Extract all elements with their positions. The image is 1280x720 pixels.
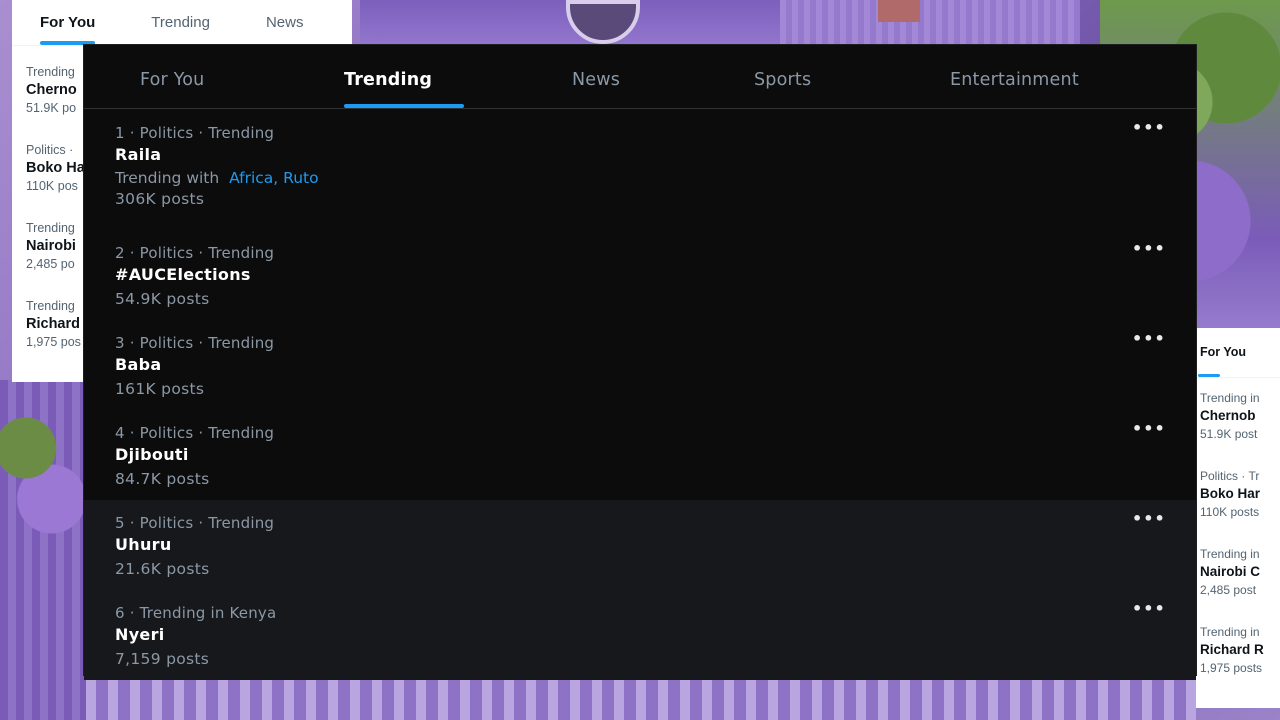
trend-title: #AUCElections	[115, 265, 251, 284]
right-trend-posts: 1,975 posts	[1200, 661, 1263, 675]
right-trend-item[interactable]: Trending in Chernob 51.9K post	[1196, 378, 1280, 456]
right-trend-posts: 110K posts	[1200, 505, 1260, 519]
trend-meta: 3 · Politics · Trending	[115, 334, 275, 352]
tab-sports[interactable]: Sports	[754, 45, 811, 109]
trend-item[interactable]: 3 · Politics · Trending Baba 161K posts …	[84, 320, 1196, 410]
trend-title: Djibouti	[115, 445, 189, 464]
tab-news[interactable]: News	[572, 45, 620, 109]
right-trend-title: Richard R	[1200, 642, 1264, 657]
right-trend-meta: Trending in	[1200, 547, 1260, 561]
trend-title: Raila	[115, 145, 162, 164]
left-tab-news[interactable]: News	[238, 0, 332, 45]
trend-meta: 2 · Politics · Trending	[115, 244, 275, 262]
left-tab-trending[interactable]: Trending	[123, 0, 238, 45]
explore-tab-bar: For You Trending News Sports Entertainme…	[84, 45, 1196, 109]
background-chimney	[878, 0, 920, 22]
trend-posts: 306K posts	[115, 190, 205, 208]
right-trend-posts: 2,485 post	[1200, 583, 1257, 597]
more-horizontal-icon[interactable]: •••	[1132, 331, 1165, 352]
trend-meta: 1 · Politics · Trending	[115, 124, 275, 142]
tab-entertainment[interactable]: Entertainment	[950, 45, 1079, 109]
right-trend-posts: 51.9K post	[1200, 427, 1258, 441]
trend-posts: 21.6K posts	[115, 560, 210, 578]
trending-with: Trending with Africa, Ruto	[115, 168, 1196, 188]
more-horizontal-icon[interactable]: •••	[1132, 241, 1165, 262]
trend-link-ruto[interactable]: Ruto	[283, 169, 318, 187]
trend-meta: 5 · Politics · Trending	[115, 514, 275, 532]
background-bush	[0, 380, 86, 550]
trend-list: 1 · Politics · Trending Raila Trending w…	[84, 109, 1196, 680]
left-tab-for-you[interactable]: For You	[12, 0, 123, 45]
right-trend-item[interactable]: Trending in Richard R 1,975 posts	[1196, 612, 1280, 690]
explore-trends-panel: For You Trending News Sports Entertainme…	[84, 45, 1196, 680]
trend-posts: 161K posts	[115, 380, 205, 398]
trend-title: Nyeri	[115, 625, 165, 644]
right-tab-for-you[interactable]: For You	[1196, 328, 1246, 377]
more-horizontal-icon[interactable]: •••	[1132, 120, 1165, 141]
right-trend-item[interactable]: Politics · Tr Boko Har 110K posts	[1196, 456, 1280, 534]
tab-for-you[interactable]: For You	[140, 45, 204, 109]
tab-trending[interactable]: Trending	[344, 45, 432, 109]
trend-link-africa[interactable]: Africa	[229, 169, 273, 187]
trending-with-label: Trending with	[115, 169, 220, 187]
right-tab-bar: For You	[1196, 328, 1280, 378]
trend-meta: 4 · Politics · Trending	[115, 424, 275, 442]
trend-posts: 84.7K posts	[115, 470, 210, 488]
right-trend-meta: Trending in	[1200, 391, 1260, 405]
trend-title: Baba	[115, 355, 162, 374]
right-trend-item[interactable]: Trending in Nairobi C 2,485 post	[1196, 534, 1280, 612]
right-trend-meta: Trending in	[1200, 625, 1260, 639]
trend-posts: 7,159 posts	[115, 650, 210, 668]
link-separator: ,	[273, 169, 284, 187]
trend-item[interactable]: 2 · Politics · Trending #AUCElections 54…	[84, 230, 1196, 320]
left-tab-bar: For You Trending News	[12, 0, 352, 46]
trend-title: Uhuru	[115, 535, 172, 554]
right-trend-meta: Politics · Tr	[1200, 469, 1260, 483]
right-trends-panel: For You Trending in Chernob 51.9K post P…	[1196, 328, 1280, 708]
trend-meta: 6 · Trending in Kenya	[115, 604, 277, 622]
trend-item[interactable]: 4 · Politics · Trending Djibouti 84.7K p…	[84, 410, 1196, 500]
right-trend-title: Boko Har	[1200, 486, 1261, 501]
more-horizontal-icon[interactable]: •••	[1132, 511, 1165, 532]
right-trend-title: Chernob	[1200, 408, 1256, 423]
background-fence-bottom	[86, 675, 1196, 720]
trend-item[interactable]: 6 · Trending in Kenya Nyeri 7,159 posts …	[84, 590, 1196, 680]
background-roof	[780, 0, 1080, 45]
more-horizontal-icon[interactable]: •••	[1132, 601, 1165, 622]
trend-item[interactable]: 1 · Politics · Trending Raila Trending w…	[84, 109, 1196, 230]
more-horizontal-icon[interactable]: •••	[1132, 421, 1165, 442]
trend-posts: 54.9K posts	[115, 290, 210, 308]
trend-item[interactable]: 5 · Politics · Trending Uhuru 21.6K post…	[84, 500, 1196, 590]
right-trend-title: Nairobi C	[1200, 564, 1261, 579]
active-tab-indicator	[344, 104, 464, 108]
